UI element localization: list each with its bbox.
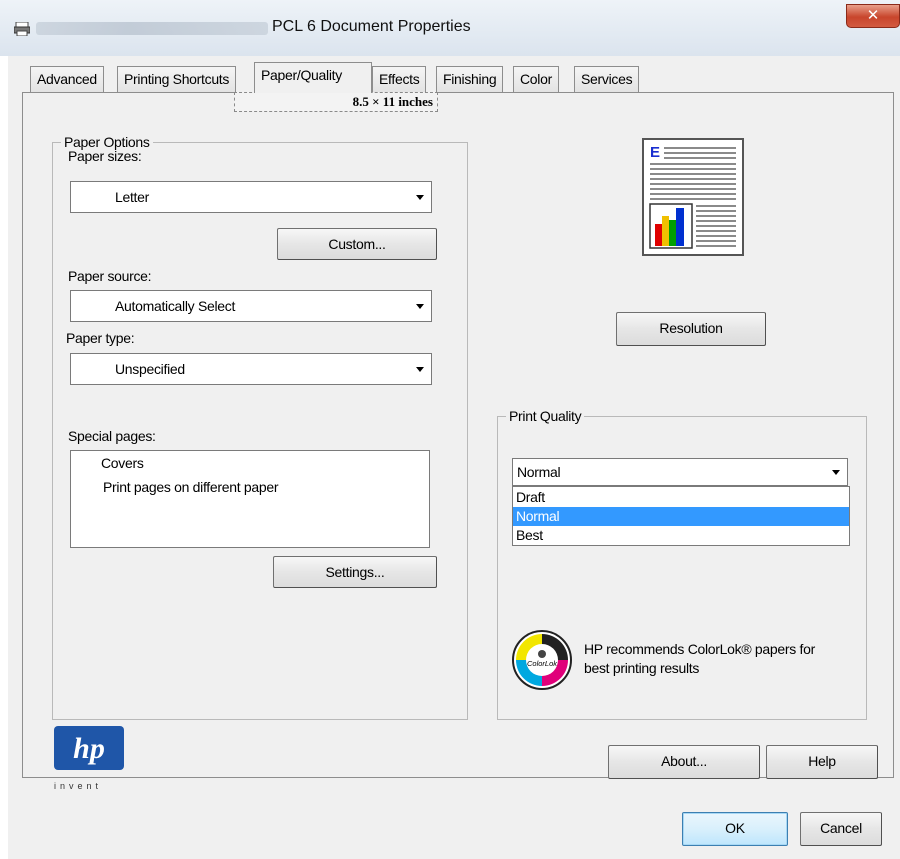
colorlok-recommendation: HP recommends ColorLok® papers for best … xyxy=(584,640,864,678)
option-draft[interactable]: Draft xyxy=(513,488,849,507)
paper-size-dimensions: 8.5 × 11 inches xyxy=(234,92,438,112)
preview-letter: E xyxy=(650,144,660,161)
resolution-button[interactable]: Resolution xyxy=(616,312,766,346)
special-pages-list[interactable]: Covers Print pages on different paper xyxy=(70,450,430,548)
colorlok-logo-text: ColorLok xyxy=(527,659,558,668)
chevron-down-icon[interactable] xyxy=(411,356,429,382)
custom-button[interactable]: Custom... xyxy=(277,228,437,260)
paper-sizes-label: Paper sizes: xyxy=(68,148,142,164)
printer-icon xyxy=(14,22,30,36)
chevron-down-icon[interactable] xyxy=(827,461,845,483)
option-best[interactable]: Best xyxy=(513,526,849,545)
document-preview-icon: E xyxy=(649,144,736,249)
paper-type-select[interactable]: Unspecified xyxy=(70,353,432,385)
chevron-down-icon[interactable] xyxy=(411,184,429,210)
tab-effects[interactable]: Effects xyxy=(372,66,427,92)
paper-type-label: Paper type: xyxy=(66,330,135,346)
colorlok-line-2: best printing results xyxy=(584,660,700,676)
tab-printing-shortcuts[interactable]: Printing Shortcuts xyxy=(117,66,237,92)
tab-paper-quality[interactable]: Paper/Quality xyxy=(254,62,372,93)
title-redacted-printer-name xyxy=(36,22,268,35)
cancel-button[interactable]: Cancel xyxy=(800,812,882,846)
page-preview: E xyxy=(642,138,744,256)
paper-size-value: Letter xyxy=(115,189,149,205)
tab-finishing[interactable]: Finishing xyxy=(436,66,504,92)
paper-source-select[interactable]: Automatically Select xyxy=(70,290,432,322)
hp-logo: hp xyxy=(54,726,124,770)
print-quality-select[interactable]: Normal xyxy=(512,458,848,486)
special-pages-label: Special pages: xyxy=(68,428,156,444)
ok-button[interactable]: OK xyxy=(682,812,788,846)
option-normal[interactable]: Normal xyxy=(513,507,849,526)
hp-logo-mark: hp xyxy=(73,732,105,765)
chevron-down-icon[interactable] xyxy=(411,293,429,319)
help-button[interactable]: Help xyxy=(766,745,878,779)
print-quality-legend: Print Quality xyxy=(506,408,585,424)
tab-advanced[interactable]: Advanced xyxy=(30,66,104,92)
tab-services[interactable]: Services xyxy=(574,66,640,92)
title-bar: PCL 6 Document Properties ✕ xyxy=(0,0,900,56)
about-button[interactable]: About... xyxy=(608,745,760,779)
colorlok-line-1: HP recommends ColorLok® papers for xyxy=(584,641,815,657)
paper-type-value: Unspecified xyxy=(115,361,185,377)
paper-source-label: Paper source: xyxy=(68,268,152,284)
paper-source-value: Automatically Select xyxy=(115,298,236,314)
list-item-print-pages-different-paper[interactable]: Print pages on different paper xyxy=(103,479,279,495)
close-icon: ✕ xyxy=(866,7,880,24)
colorlok-logo: ColorLok xyxy=(512,630,572,690)
paper-size-select[interactable]: Letter xyxy=(70,181,432,213)
hp-invent-tagline: invent xyxy=(54,781,103,791)
list-item-covers[interactable]: Covers xyxy=(101,455,144,471)
window-title: PCL 6 Document Properties xyxy=(272,18,471,35)
settings-button[interactable]: Settings... xyxy=(273,556,437,588)
print-quality-dropdown: Draft Normal Best xyxy=(512,486,850,546)
close-button[interactable]: ✕ xyxy=(846,4,900,28)
print-quality-value: Normal xyxy=(517,464,561,480)
tab-color[interactable]: Color xyxy=(513,66,559,92)
